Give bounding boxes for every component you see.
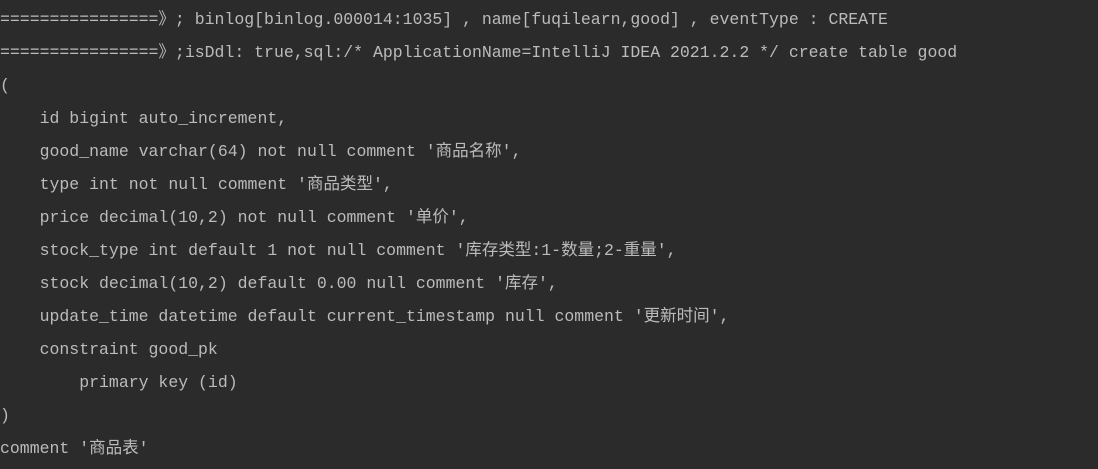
sql-line: comment '商品表' xyxy=(0,439,149,458)
log-line-ddl-sql: ================》;isDdl: true,sql:/* App… xyxy=(0,43,958,62)
sql-line: id bigint auto_increment, xyxy=(0,109,288,128)
sql-line: stock decimal(10,2) default 0.00 null co… xyxy=(0,274,558,293)
console-output[interactable]: ================》; binlog[binlog.000014:… xyxy=(0,0,1098,469)
sql-line: price decimal(10,2) not null comment '单价… xyxy=(0,208,469,227)
sql-line: primary key (id) xyxy=(0,373,238,392)
sql-line: ( xyxy=(0,76,10,95)
sql-line: update_time datetime default current_tim… xyxy=(0,307,730,326)
log-line-binlog-info: ================》; binlog[binlog.000014:… xyxy=(0,10,888,29)
sql-line: type int not null comment '商品类型', xyxy=(0,175,393,194)
sql-line: constraint good_pk xyxy=(0,340,218,359)
sql-line: ) xyxy=(0,406,10,425)
sql-line: stock_type int default 1 not null commen… xyxy=(0,241,677,260)
sql-line: good_name varchar(64) not null comment '… xyxy=(0,142,522,161)
